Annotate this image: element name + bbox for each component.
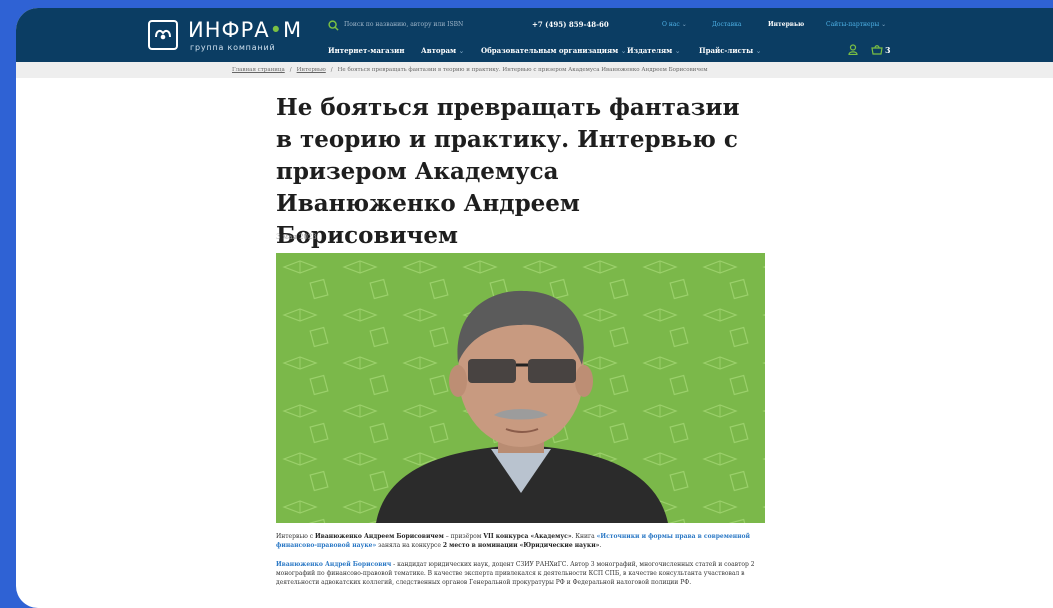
logo-subtitle: группа компаний [190, 43, 276, 52]
phone-number[interactable]: +7 (495) 859-48-60 [532, 20, 609, 29]
breadcrumb: Главная страница / Интервью / Не бояться пре… [16, 62, 1053, 78]
breadcrumb-home[interactable]: Главная страница [232, 67, 285, 73]
author-link[interactable]: Иванюженко Андрей Борисович [276, 561, 391, 568]
top-link-about[interactable]: О нас ⌄ [662, 21, 687, 28]
search-input[interactable]: Поиск по названию, автору или ISBN [344, 21, 463, 28]
logo-icon[interactable] [148, 20, 178, 50]
article-date: 3 мая 2023 [276, 233, 317, 241]
nav-item-publishers[interactable]: Издателям ⌄ [627, 46, 681, 55]
top-link-delivery[interactable]: Доставка [712, 21, 741, 28]
article-title: Не бояться превращать фантазии в теорию … [276, 94, 740, 249]
article-photo [276, 253, 765, 523]
nav-item-education[interactable]: Образовательным организациям ⌄ [481, 46, 627, 55]
search-icon[interactable] [328, 20, 339, 31]
nav-item-shop[interactable]: Интернет-магазин [328, 46, 404, 55]
cart-icon[interactable] [871, 44, 883, 55]
cart-count-badge: 3 [885, 45, 891, 55]
interviewee-name: Иванюженко Андреем Борисовичем [315, 533, 444, 540]
nav-item-pricelists[interactable]: Прайс-листы ⌄ [699, 46, 761, 55]
article-paragraph-1: Интервью с Иванюженко Андреем Борисовиче… [276, 533, 751, 549]
logo-wordmark[interactable]: ИНФРА•М [188, 18, 302, 42]
user-icon[interactable] [848, 44, 858, 55]
breadcrumb-separator: / [330, 67, 333, 73]
article-paragraph-2: Иванюженко Андрей Борисович - кандидат ю… [276, 561, 755, 586]
nav-item-authors[interactable]: Авторам ⌄ [421, 46, 464, 55]
breadcrumb-current: Не бояться превращать фантазии в теорию … [337, 67, 708, 73]
top-link-partners[interactable]: Сайты-партнеры ⌄ [826, 21, 886, 28]
site-header: ИНФРА•М группа компаний Поиск по названи… [16, 8, 1053, 62]
portrait-illustration [276, 253, 765, 523]
breadcrumb-separator: / [289, 67, 292, 73]
breadcrumb-interviews[interactable]: Интервью [297, 67, 326, 73]
browser-viewport: ИНФРА•М группа компаний Поиск по названи… [16, 8, 1053, 608]
top-link-interviews[interactable]: Интервью [768, 21, 804, 28]
